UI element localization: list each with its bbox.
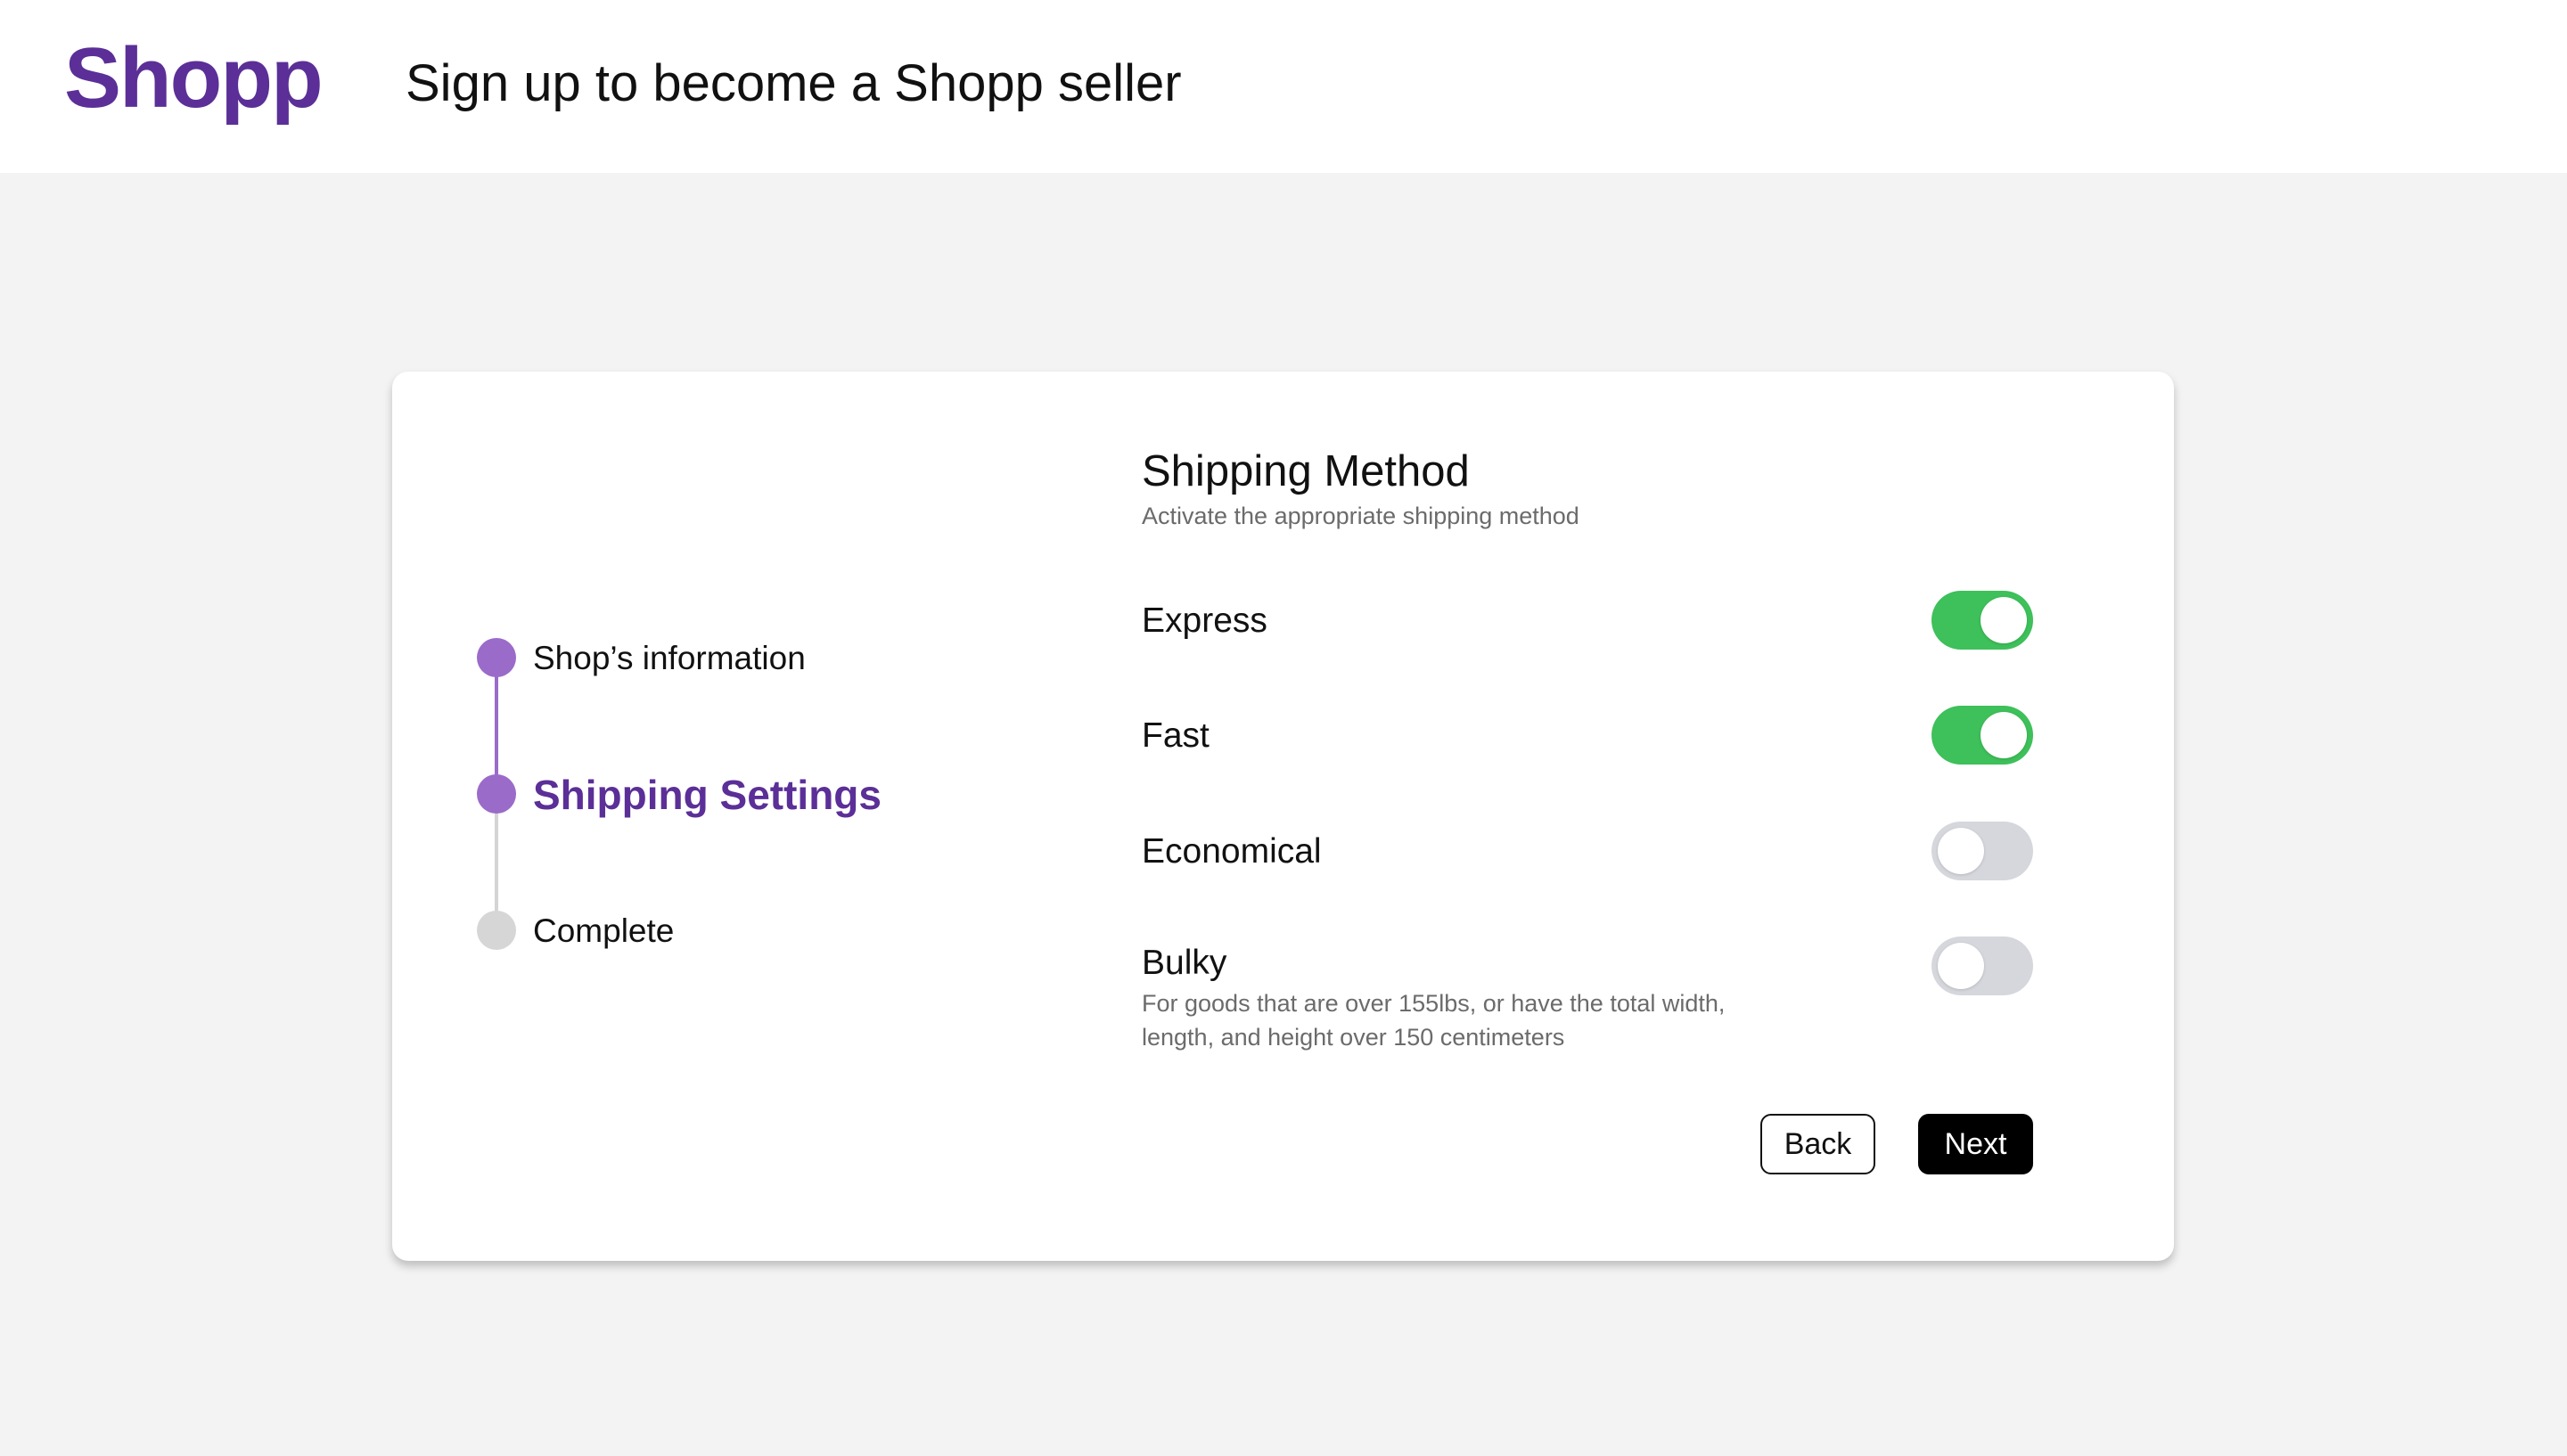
next-button[interactable]: Next	[1918, 1114, 2033, 1174]
method-description-bulky: For goods that are over 155lbs, or have …	[1142, 990, 1726, 1051]
toggle-economical[interactable]	[1931, 822, 2033, 880]
top-bar: Shopp Sign up to become a Shopp seller	[0, 0, 2567, 173]
step-dot-shop-information	[477, 638, 516, 677]
page-title: Sign up to become a Shopp seller	[406, 54, 1182, 112]
section-subtitle: Activate the appropriate shipping method	[1142, 503, 1579, 529]
toggle-knob	[1938, 943, 1984, 989]
step-dot-complete	[477, 911, 516, 950]
toggle-knob	[1938, 828, 1984, 874]
step-label-shipping-settings[interactable]: Shipping Settings	[533, 770, 882, 820]
back-button[interactable]: Back	[1760, 1114, 1875, 1174]
shopp-logo[interactable]: Shopp	[64, 25, 324, 132]
section-title: Shipping Method	[1142, 447, 1470, 495]
toggle-fast[interactable]	[1931, 706, 2033, 765]
toggle-knob	[1981, 597, 2027, 643]
method-label-fast: Fast	[1142, 716, 1210, 755]
step-dot-shipping-settings	[477, 774, 516, 814]
toggle-knob	[1981, 712, 2027, 758]
stepper-connector-pending	[495, 793, 498, 930]
method-label-express: Express	[1142, 601, 1267, 640]
toggle-bulky[interactable]	[1931, 937, 2033, 995]
method-label-bulky: Bulky	[1142, 944, 1227, 982]
method-label-economical: Economical	[1142, 832, 1322, 871]
step-label-complete[interactable]: Complete	[533, 911, 674, 952]
stepper-connector-completed	[495, 658, 498, 793]
step-label-shop-information[interactable]: Shop’s information	[533, 638, 806, 679]
toggle-express[interactable]	[1931, 591, 2033, 650]
